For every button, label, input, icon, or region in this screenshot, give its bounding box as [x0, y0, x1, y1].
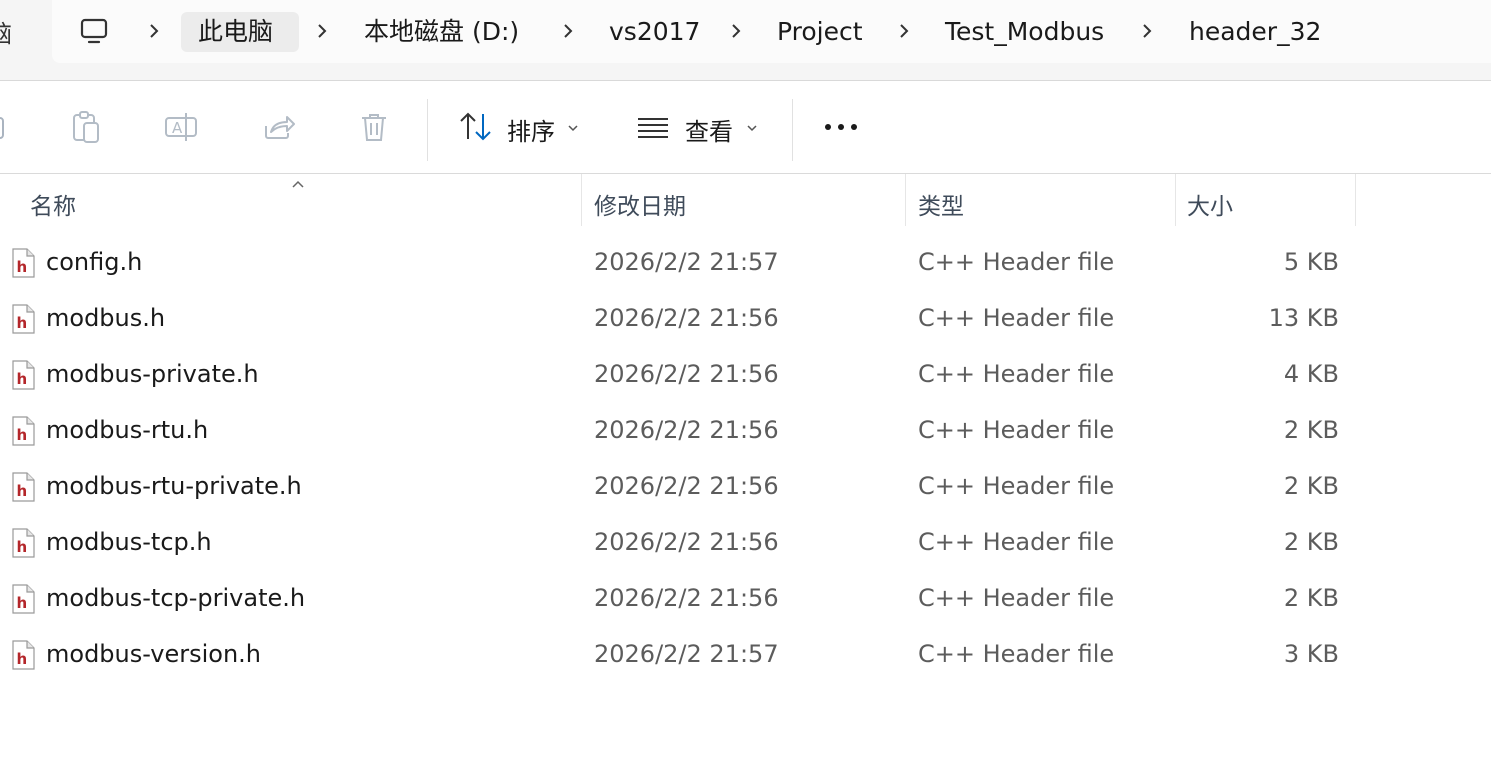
chevron-right-icon[interactable] [148, 18, 160, 44]
column-header-date[interactable]: 修改日期 [582, 174, 905, 226]
chevron-right-icon[interactable] [316, 18, 328, 44]
svg-text:h: h [17, 482, 28, 500]
column-divider[interactable] [1355, 174, 1356, 226]
header-file-icon: h [10, 248, 36, 278]
divider [427, 99, 428, 161]
file-name: modbus-tcp.h [46, 528, 212, 556]
chevron-right-icon[interactable] [562, 18, 574, 44]
header-file-icon: h [10, 416, 36, 446]
file-date: 2026/2/2 21:57 [594, 248, 779, 276]
header-file-icon: h [10, 528, 36, 558]
address-bar-area: 脑 此电脑 本地磁盘 (D:) vs2017 Project Test_Modb… [0, 0, 1491, 80]
file-type: C++ Header file [918, 248, 1115, 276]
file-size: 4 KB [1283, 360, 1339, 388]
file-type: C++ Header file [918, 304, 1115, 332]
table-row[interactable]: h modbus-version.h 2026/2/2 21:57 C++ He… [0, 627, 1360, 683]
column-header-size[interactable]: 大小 [1176, 174, 1355, 226]
chevron-down-icon[interactable] [567, 119, 579, 132]
view-icon[interactable] [635, 109, 671, 145]
column-header-name-label: 名称 [30, 194, 76, 220]
sort-icon[interactable] [458, 109, 494, 145]
column-header-type[interactable]: 类型 [906, 174, 1175, 226]
file-name: modbus-version.h [46, 640, 262, 668]
svg-text:h: h [17, 426, 28, 444]
view-label[interactable]: 查看 [685, 112, 733, 147]
file-size: 2 KB [1283, 528, 1339, 556]
file-type: C++ Header file [918, 360, 1115, 388]
breadcrumb-drive-d[interactable]: 本地磁盘 (D:) [364, 12, 519, 52]
file-size: 2 KB [1283, 472, 1339, 500]
file-size: 2 KB [1283, 416, 1339, 444]
file-date: 2026/2/2 21:56 [594, 360, 779, 388]
header-file-icon: h [10, 304, 36, 334]
file-type: C++ Header file [918, 584, 1115, 612]
chevron-right-icon[interactable] [1141, 18, 1153, 44]
copy-icon[interactable] [0, 109, 14, 145]
table-row[interactable]: h modbus-rtu-private.h 2026/2/2 21:56 C+… [0, 459, 1360, 515]
column-header-date-label: 修改日期 [594, 194, 686, 220]
file-type: C++ Header file [918, 528, 1115, 556]
file-type: C++ Header file [918, 472, 1115, 500]
sort-label[interactable]: 排序 [507, 112, 555, 147]
file-type: C++ Header file [918, 640, 1115, 668]
table-row[interactable]: h modbus-tcp.h 2026/2/2 21:56 C++ Header… [0, 515, 1360, 571]
svg-text:h: h [17, 370, 28, 388]
table-row[interactable]: h modbus-rtu.h 2026/2/2 21:56 C++ Header… [0, 403, 1360, 459]
header-file-icon: h [10, 360, 36, 390]
svg-text:h: h [17, 538, 28, 556]
breadcrumb-this-pc[interactable]: 此电脑 [181, 12, 299, 52]
file-date: 2026/2/2 21:56 [594, 416, 779, 444]
delete-icon[interactable] [356, 109, 392, 145]
more-icon[interactable] [823, 109, 859, 145]
breadcrumb-project[interactable]: Project [777, 12, 863, 52]
file-type: C++ Header file [918, 416, 1115, 444]
column-header-type-label: 类型 [918, 194, 964, 220]
table-row[interactable]: h modbus-tcp-private.h 2026/2/2 21:56 C+… [0, 571, 1360, 627]
svg-text:h: h [17, 258, 28, 276]
chevron-right-icon[interactable] [730, 18, 742, 44]
header-file-icon: h [10, 584, 36, 614]
file-size: 5 KB [1283, 248, 1339, 276]
file-size: 3 KB [1283, 640, 1339, 668]
breadcrumb-vs2017[interactable]: vs2017 [609, 12, 700, 52]
file-name: config.h [46, 248, 143, 276]
truncated-label: 脑 [0, 14, 12, 49]
file-name: modbus-rtu-private.h [46, 472, 302, 500]
divider [792, 99, 793, 161]
breadcrumb-test-modbus[interactable]: Test_Modbus [945, 12, 1104, 52]
svg-text:h: h [17, 650, 28, 668]
table-row[interactable]: h modbus.h 2026/2/2 21:56 C++ Header fil… [0, 291, 1360, 347]
column-header-name[interactable]: 名称 [0, 174, 581, 226]
file-name: modbus-tcp-private.h [46, 584, 306, 612]
svg-text:h: h [17, 314, 28, 332]
file-name: modbus-private.h [46, 360, 259, 388]
svg-text:A: A [172, 119, 183, 137]
file-date: 2026/2/2 21:56 [594, 584, 779, 612]
paste-icon[interactable] [68, 109, 104, 145]
monitor-icon[interactable] [70, 10, 118, 52]
chevron-right-icon[interactable] [898, 18, 910, 44]
table-row[interactable]: h config.h 2026/2/2 21:57 C++ Header fil… [0, 235, 1360, 291]
header-file-icon: h [10, 472, 36, 502]
chevron-down-icon[interactable] [746, 119, 758, 132]
command-bar: A 排序 查看 [0, 81, 1491, 173]
file-name: modbus.h [46, 304, 166, 332]
file-date: 2026/2/2 21:56 [594, 528, 779, 556]
file-date: 2026/2/2 21:57 [594, 640, 779, 668]
svg-text:h: h [17, 594, 28, 612]
file-size: 13 KB [1268, 304, 1339, 332]
share-icon[interactable] [260, 109, 296, 145]
column-header-size-label: 大小 [1187, 194, 1233, 220]
rename-icon[interactable]: A [163, 109, 199, 145]
file-date: 2026/2/2 21:56 [594, 304, 779, 332]
file-name: modbus-rtu.h [46, 416, 209, 444]
file-date: 2026/2/2 21:56 [594, 472, 779, 500]
table-row[interactable]: h modbus-private.h 2026/2/2 21:56 C++ He… [0, 347, 1360, 403]
breadcrumb-header-32[interactable]: header_32 [1189, 12, 1321, 52]
header-file-icon: h [10, 640, 36, 670]
file-size: 2 KB [1283, 584, 1339, 612]
